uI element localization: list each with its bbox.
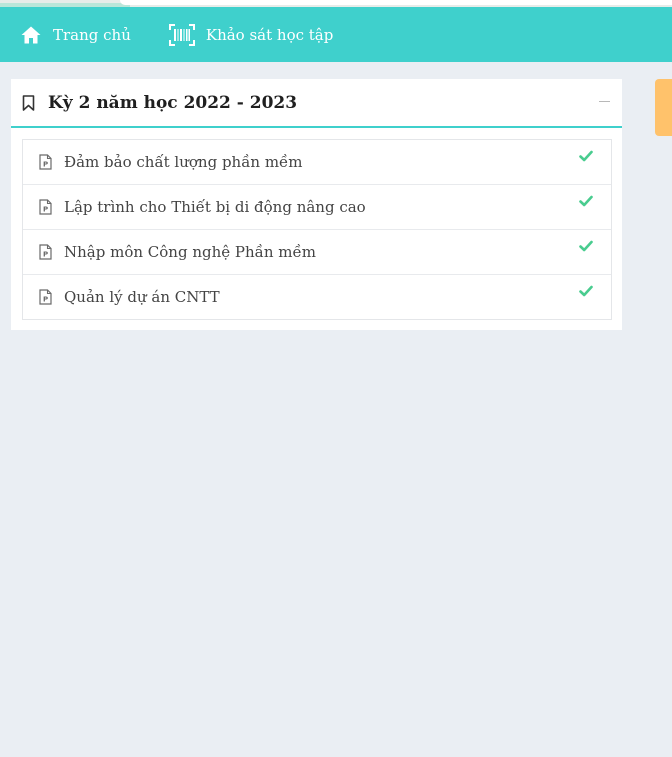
semester-panel: Kỳ 2 năm học 2022 - 2023 P Đảm bảo chất … xyxy=(11,79,622,330)
home-icon xyxy=(20,25,42,45)
svg-text:P: P xyxy=(43,161,48,169)
barcode-scan-icon xyxy=(168,23,195,46)
document-icon: P xyxy=(39,289,52,305)
svg-text:P: P xyxy=(43,251,48,259)
course-list: P Đảm bảo chất lượng phần mềm P Lập trìn… xyxy=(22,139,612,320)
course-label: Quản lý dự án CNTT xyxy=(64,288,220,306)
nav-home-link[interactable]: Trang chủ xyxy=(20,7,131,62)
browser-top-strip xyxy=(0,0,672,7)
course-label: Đảm bảo chất lượng phần mềm xyxy=(64,153,303,171)
list-item[interactable]: P Quản lý dự án CNTT xyxy=(23,275,611,319)
list-item[interactable]: P Lập trình cho Thiết bị di động nâng ca… xyxy=(23,185,611,230)
bookmark-icon xyxy=(22,94,35,111)
panel-header: Kỳ 2 năm học 2022 - 2023 xyxy=(11,79,622,128)
top-navbar: Trang chủ Khảo sát học tập xyxy=(0,7,672,62)
course-label: Nhập môn Công nghệ Phần mềm xyxy=(64,243,316,261)
svg-text:P: P xyxy=(43,206,48,214)
panel-title: Kỳ 2 năm học 2022 - 2023 xyxy=(48,92,298,113)
document-icon: P xyxy=(39,154,52,170)
top-strip-edge xyxy=(120,0,672,5)
check-icon xyxy=(579,195,593,207)
document-icon: P xyxy=(39,244,52,260)
collapse-button[interactable] xyxy=(599,101,610,102)
svg-text:P: P xyxy=(43,296,48,304)
check-icon xyxy=(579,150,593,162)
nav-home-label: Trang chủ xyxy=(53,25,131,44)
check-icon xyxy=(579,240,593,252)
side-tab[interactable] xyxy=(655,79,672,136)
course-label: Lập trình cho Thiết bị di động nâng cao xyxy=(64,198,366,216)
nav-survey-label: Khảo sát học tập xyxy=(205,25,334,44)
document-icon: P xyxy=(39,199,52,215)
nav-survey-link[interactable]: Khảo sát học tập xyxy=(168,7,334,62)
list-item[interactable]: P Đảm bảo chất lượng phần mềm xyxy=(23,140,611,185)
check-icon xyxy=(579,285,593,297)
list-item[interactable]: P Nhập môn Công nghệ Phần mềm xyxy=(23,230,611,275)
